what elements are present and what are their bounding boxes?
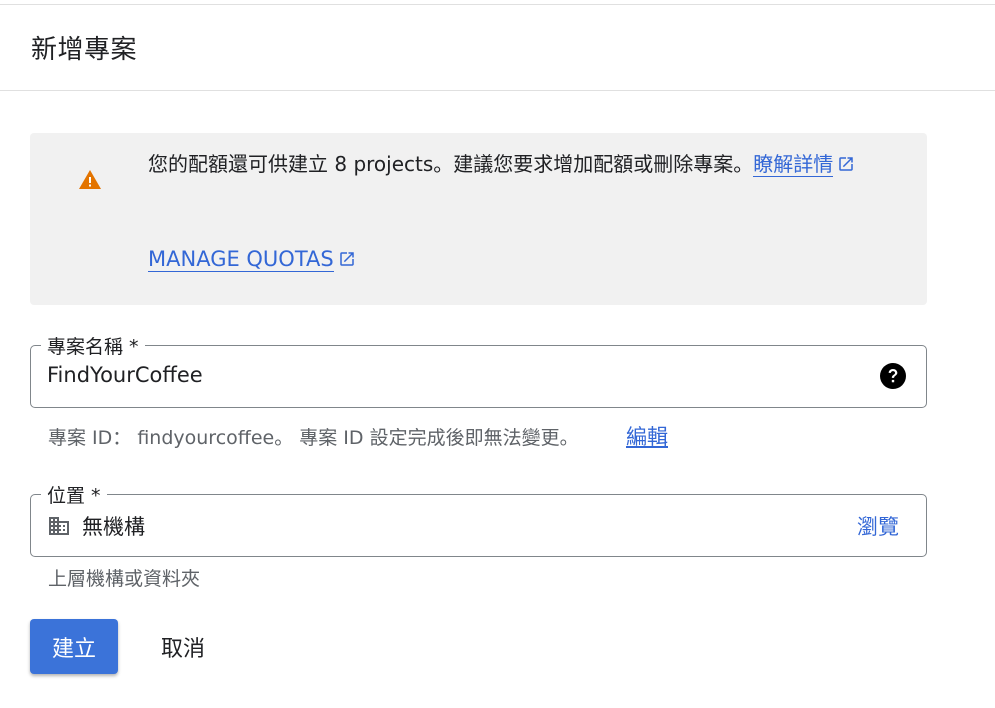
organization-building-icon <box>49 517 69 535</box>
location-label: 位置 * <box>41 481 107 508</box>
help-circle-icon[interactable] <box>880 363 906 389</box>
project-id-hint: 專案 ID： findyourcoffee。 專案 ID 設定完成後即無法變更。 <box>48 427 579 449</box>
browse-button[interactable]: 瀏覽 <box>857 511 899 541</box>
create-button[interactable]: 建立 <box>30 619 118 674</box>
manage-quotas-label[interactable]: MANAGE QUOTAS <box>148 247 334 272</box>
location-field[interactable]: 位置 * 無機構 瀏覽 <box>30 481 927 557</box>
location-value: 無機構 <box>82 515 145 539</box>
project-name-label: 專案名稱 * <box>41 332 145 359</box>
quota-notice-text: 您的配額還可供建立 8 projects。建議您要求增加配額或刪除專案。瞭解詳情 <box>148 147 908 182</box>
location-hint: 上層機構或資料夾 <box>48 568 201 590</box>
project-name-input[interactable]: FindYourCoffee <box>47 363 203 387</box>
project-name-field[interactable]: 專案名稱 * FindYourCoffee <box>30 332 927 408</box>
cancel-button[interactable]: 取消 <box>146 619 220 674</box>
learn-more-link[interactable]: 瞭解詳情 <box>753 152 834 177</box>
warning-triangle-icon <box>79 170 101 189</box>
page-title: 新增專案 <box>31 35 138 65</box>
quota-notice: 您的配額還可供建立 8 projects。建議您要求增加配額或刪除專案。瞭解詳情… <box>30 133 927 305</box>
open-in-new-icon[interactable] <box>837 155 855 173</box>
dialog-header: 新增專案 <box>0 5 995 91</box>
edit-project-id-link[interactable]: 編輯 <box>626 421 668 451</box>
open-in-new-icon[interactable] <box>338 250 356 268</box>
manage-quotas-link[interactable]: MANAGE QUOTAS <box>148 247 356 272</box>
quota-message: 您的配額還可供建立 8 projects。建議您要求增加配額或刪除專案。 <box>148 152 754 176</box>
